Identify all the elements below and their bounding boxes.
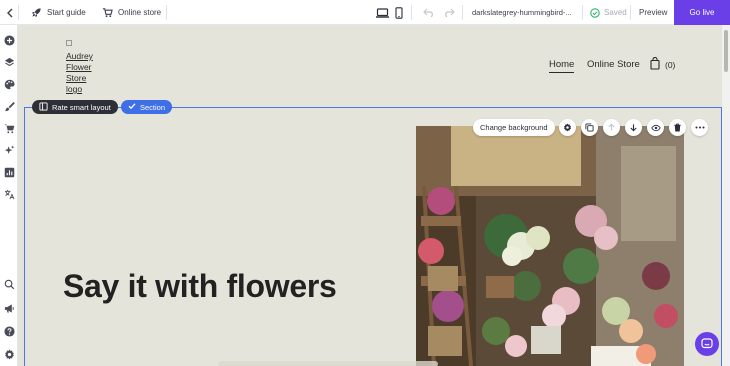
analytics-icon[interactable] bbox=[2, 165, 16, 179]
saved-label: Saved bbox=[604, 8, 627, 17]
move-down-icon[interactable] bbox=[625, 119, 642, 136]
layers-icon[interactable] bbox=[2, 55, 16, 69]
decorative-divider bbox=[218, 361, 438, 366]
site-name: darkslategrey-hummingbird-... bbox=[472, 8, 572, 17]
divider bbox=[18, 5, 19, 20]
check-circle-icon bbox=[590, 7, 600, 18]
preview-label: Preview bbox=[639, 8, 668, 17]
desktop-view-icon[interactable] bbox=[376, 0, 389, 25]
cart-icon bbox=[102, 7, 113, 18]
rate-smart-layout-label: Rate smart layout bbox=[52, 102, 111, 112]
divider bbox=[630, 5, 631, 20]
online-store-button[interactable]: Online store bbox=[102, 0, 161, 25]
go-live-label: Go live bbox=[689, 8, 715, 17]
top-bar: Start guide Online store darkslategrey-h… bbox=[0, 0, 730, 25]
divider bbox=[582, 5, 583, 20]
canvas-scrollbar[interactable] bbox=[722, 25, 730, 366]
layout-icon bbox=[39, 101, 48, 113]
move-up-icon[interactable] bbox=[603, 119, 620, 136]
site-canvas[interactable]: Audrey Flower Store logo Home Online Sto… bbox=[18, 25, 722, 366]
logo-line: Store bbox=[66, 73, 87, 83]
duplicate-icon[interactable] bbox=[581, 119, 598, 136]
logo-line: Flower bbox=[66, 62, 92, 72]
canvas-scrollbar-thumb[interactable] bbox=[724, 30, 728, 72]
translate-icon[interactable] bbox=[2, 187, 16, 201]
more-options-icon[interactable] bbox=[691, 119, 708, 136]
divider bbox=[462, 5, 463, 20]
search-icon[interactable] bbox=[2, 277, 16, 291]
brush-icon[interactable] bbox=[2, 99, 16, 113]
online-store-label: Online store bbox=[118, 8, 162, 17]
start-guide-button[interactable]: Start guide bbox=[31, 0, 86, 25]
back-icon[interactable] bbox=[6, 0, 14, 25]
change-background-button[interactable]: Change background bbox=[473, 119, 555, 136]
shopping-bag-icon bbox=[650, 56, 660, 72]
undo-icon[interactable] bbox=[423, 0, 435, 25]
chat-support-icon[interactable] bbox=[695, 332, 719, 356]
start-guide-label: Start guide bbox=[47, 8, 86, 17]
hero-headline[interactable]: Say it with flowers bbox=[63, 268, 337, 305]
section-label: Section bbox=[140, 102, 166, 112]
settings-icon[interactable] bbox=[2, 347, 16, 361]
rocket-icon bbox=[31, 7, 42, 18]
broken-image-icon bbox=[66, 40, 72, 46]
mobile-view-icon[interactable] bbox=[395, 0, 403, 25]
logo-line: logo bbox=[66, 84, 83, 94]
help-icon[interactable] bbox=[2, 324, 16, 338]
saved-status: Saved bbox=[590, 0, 627, 25]
hero-image[interactable] bbox=[416, 126, 684, 366]
nav-online-store-link[interactable]: Online Store bbox=[587, 59, 640, 70]
cart-button[interactable]: (0) bbox=[650, 56, 676, 72]
section-label-badge[interactable]: Section bbox=[121, 100, 173, 114]
add-icon[interactable] bbox=[2, 33, 16, 47]
megaphone-icon[interactable] bbox=[2, 301, 16, 315]
divider bbox=[166, 5, 167, 20]
site-logo[interactable]: Audrey Flower Store logo bbox=[66, 40, 106, 95]
check-icon bbox=[128, 102, 136, 112]
go-live-button[interactable]: Go live bbox=[674, 0, 730, 25]
preview-button[interactable]: Preview bbox=[639, 0, 667, 25]
nav-home-link[interactable]: Home bbox=[549, 59, 575, 73]
palette-icon[interactable] bbox=[2, 77, 16, 91]
delete-icon[interactable] bbox=[669, 119, 686, 136]
visibility-icon[interactable] bbox=[647, 119, 664, 136]
logo-line: Audrey bbox=[66, 51, 93, 61]
left-sidebar bbox=[0, 25, 18, 366]
redo-icon[interactable] bbox=[443, 0, 455, 25]
change-background-label: Change background bbox=[480, 123, 548, 132]
cart-count: (0) bbox=[665, 59, 676, 70]
divider bbox=[411, 5, 412, 20]
site-name-dropdown[interactable]: darkslategrey-hummingbird-... bbox=[472, 0, 572, 25]
rate-smart-layout-button[interactable]: Rate smart layout bbox=[32, 100, 118, 114]
section-settings-icon[interactable] bbox=[559, 119, 576, 136]
sparkle-icon[interactable] bbox=[2, 143, 16, 157]
store-cart-icon[interactable] bbox=[2, 121, 16, 135]
